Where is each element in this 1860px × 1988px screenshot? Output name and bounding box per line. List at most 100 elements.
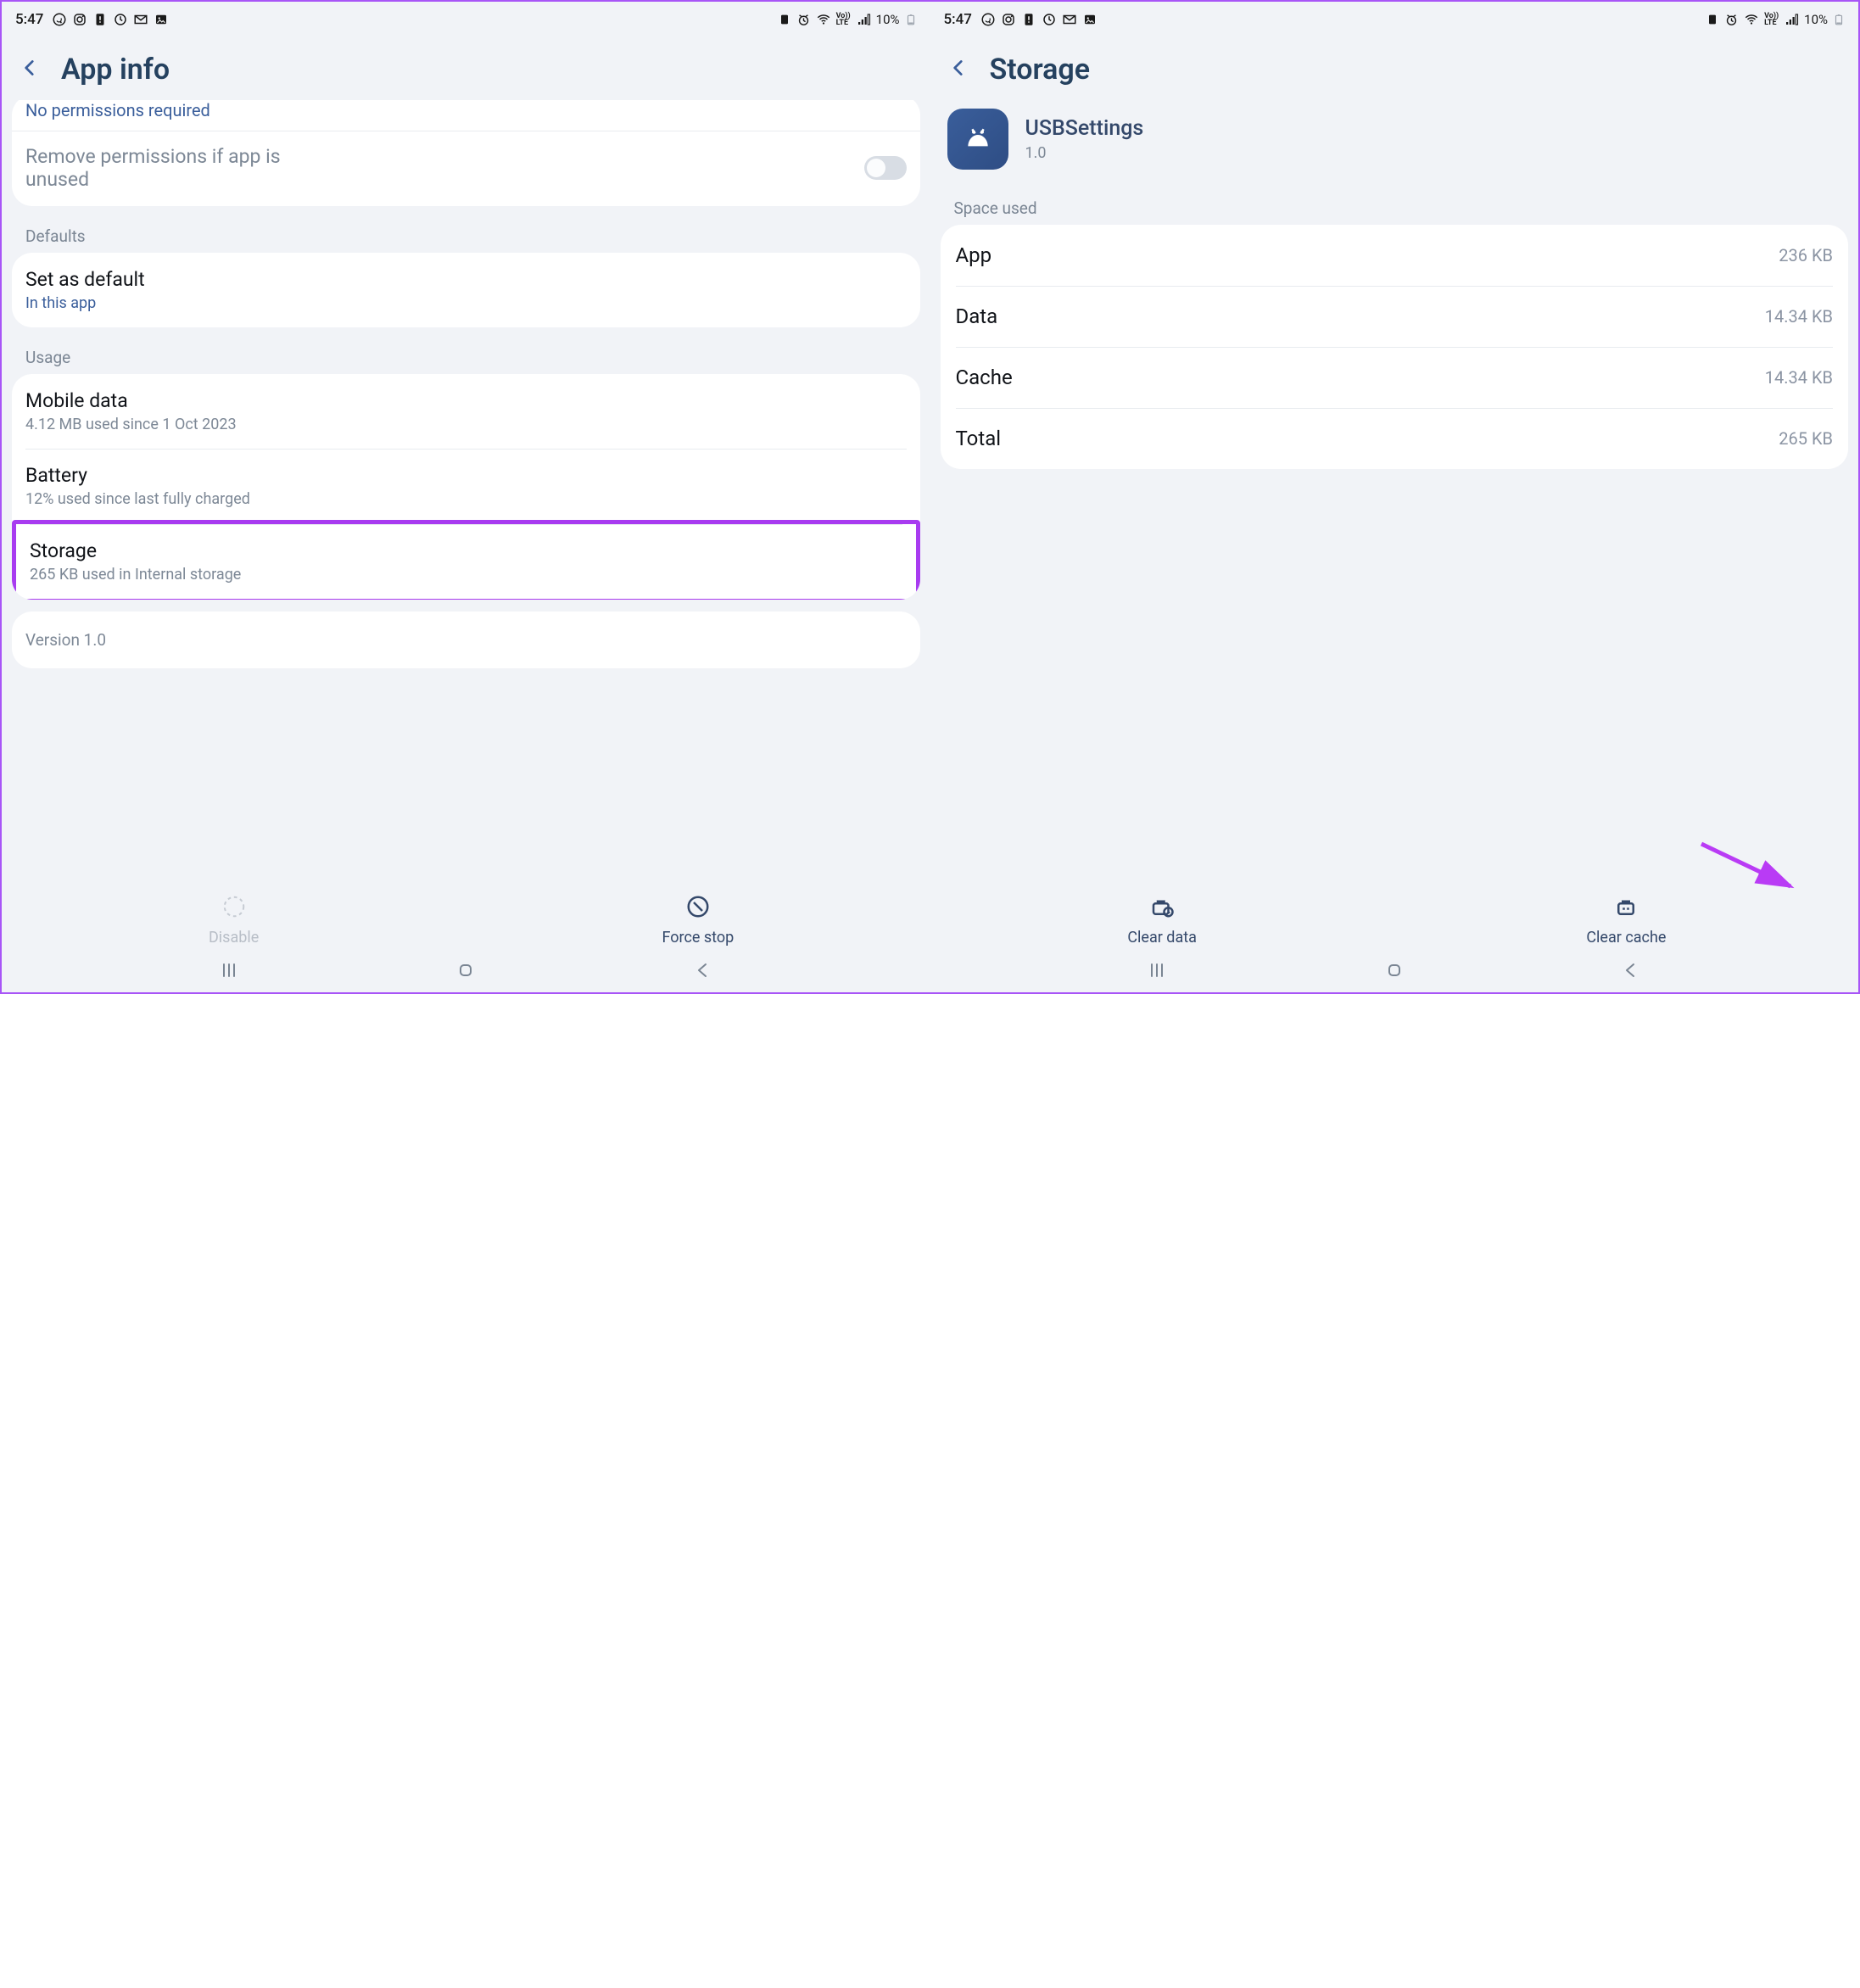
nav-home-icon[interactable] xyxy=(455,960,476,984)
battery-percent: 10% xyxy=(876,12,900,27)
volte-indicator: Vo))LTE xyxy=(1764,13,1779,26)
mobile-data-row[interactable]: Mobile data 4.12 MB used since 1 Oct 202… xyxy=(12,374,920,449)
clear-cache-icon xyxy=(1613,894,1639,924)
status-bar-right: Vo))LTE 10% xyxy=(778,11,917,28)
card-icon xyxy=(778,13,791,26)
instagram-icon xyxy=(1001,12,1016,27)
status-time: 5:47 xyxy=(15,11,43,28)
status-bar-left: 5:47 xyxy=(15,11,169,28)
clear-cache-button[interactable]: Clear cache xyxy=(1394,894,1858,947)
wifi-icon xyxy=(816,12,831,27)
card-icon xyxy=(1706,13,1719,26)
clear-data-icon xyxy=(1149,894,1175,924)
remove-permissions-label: Remove permissions if app is unused xyxy=(25,145,331,191)
cache-size-row: Cache 14.34 KB xyxy=(941,347,1849,408)
warning-card-icon xyxy=(1021,12,1036,27)
disable-button: Disable xyxy=(2,894,466,947)
back-icon[interactable] xyxy=(947,57,969,82)
space-used-card: App 236 KB Data 14.34 KB Cache 14.34 KB … xyxy=(941,225,1849,469)
section-label-space-used: Space used xyxy=(941,190,1849,225)
bottom-actions: Clear data Clear cache xyxy=(930,887,1859,952)
disable-icon xyxy=(221,894,247,924)
clear-data-button[interactable]: Clear data xyxy=(930,894,1394,947)
signal-icon xyxy=(856,12,871,27)
permissions-card: No permissions required Remove permissio… xyxy=(12,100,920,206)
section-label-usage: Usage xyxy=(12,339,920,374)
app-name: USBSettings xyxy=(1025,116,1144,141)
back-icon[interactable] xyxy=(19,57,41,82)
app-icon xyxy=(947,109,1008,170)
screen-storage: 5:47 Vo))LTE 10% Storage USBSetti xyxy=(930,2,1859,992)
battery-percent: 10% xyxy=(1804,12,1828,27)
wifi-icon xyxy=(1744,12,1759,27)
page-title: App info xyxy=(61,53,170,87)
nav-recents-icon[interactable] xyxy=(219,960,239,984)
gmail-icon xyxy=(1062,12,1077,27)
whatsapp-icon xyxy=(52,12,67,27)
nav-home-icon[interactable] xyxy=(1384,960,1405,984)
page-title: Storage xyxy=(990,53,1091,87)
force-stop-label: Force stop xyxy=(662,929,734,947)
status-bar-right: Vo))LTE 10% xyxy=(1706,11,1845,28)
sync-icon xyxy=(113,12,128,27)
app-size-key: App xyxy=(956,243,992,267)
total-size-val: 265 KB xyxy=(1779,428,1833,449)
data-size-key: Data xyxy=(956,304,998,328)
version-card: Version 1.0 xyxy=(12,611,920,668)
status-bar: 5:47 Vo))LTE 10% xyxy=(930,2,1859,32)
nav-bar xyxy=(2,952,930,992)
mobile-data-sub: 4.12 MB used since 1 Oct 2023 xyxy=(25,416,907,433)
nav-bar xyxy=(930,952,1859,992)
battery-sub: 12% used since last fully charged xyxy=(25,490,907,508)
data-size-val: 14.34 KB xyxy=(1765,306,1833,327)
sync-icon xyxy=(1042,12,1057,27)
section-label-defaults: Defaults xyxy=(12,218,920,253)
force-stop-button[interactable]: Force stop xyxy=(466,894,930,947)
no-permissions-row[interactable]: No permissions required xyxy=(12,100,920,131)
screen-app-info: 5:47 Vo))LTE 10% App info No permissions… xyxy=(2,2,930,992)
alarm-icon xyxy=(796,13,811,27)
status-time: 5:47 xyxy=(944,11,972,28)
nav-recents-icon[interactable] xyxy=(1147,960,1167,984)
bottom-actions: Disable Force stop xyxy=(2,887,930,952)
gallery-icon xyxy=(154,12,169,27)
total-size-row: Total 265 KB xyxy=(941,408,1849,469)
force-stop-icon xyxy=(685,894,711,924)
usage-card: Mobile data 4.12 MB used since 1 Oct 202… xyxy=(12,374,920,600)
mobile-data-title: Mobile data xyxy=(25,389,907,412)
app-size-row: App 236 KB xyxy=(941,225,1849,286)
battery-row[interactable]: Battery 12% used since last fully charge… xyxy=(12,449,920,523)
version-label: Version 1.0 xyxy=(25,630,106,650)
status-bar-left: 5:47 xyxy=(944,11,1098,28)
signal-icon xyxy=(1784,12,1799,27)
remove-permissions-toggle[interactable] xyxy=(864,156,907,180)
instagram-icon xyxy=(72,12,87,27)
header: Storage xyxy=(930,32,1859,100)
cache-size-key: Cache xyxy=(956,366,1013,389)
storage-row[interactable]: Storage 265 KB used in Internal storage xyxy=(12,520,920,600)
set-as-default-sub: In this app xyxy=(25,294,907,312)
set-as-default-title: Set as default xyxy=(25,268,907,291)
remove-permissions-row[interactable]: Remove permissions if app is unused xyxy=(12,131,920,206)
whatsapp-icon xyxy=(980,12,996,27)
app-size-val: 236 KB xyxy=(1779,245,1833,265)
battery-icon xyxy=(905,11,917,28)
status-bar: 5:47 Vo))LTE 10% xyxy=(2,2,930,32)
nav-back-icon[interactable] xyxy=(1621,960,1641,984)
storage-title: Storage xyxy=(30,539,902,562)
battery-icon xyxy=(1833,11,1845,28)
volte-indicator: Vo))LTE xyxy=(836,13,851,26)
clear-data-label: Clear data xyxy=(1127,929,1197,947)
total-size-key: Total xyxy=(956,427,1002,450)
cache-size-val: 14.34 KB xyxy=(1765,367,1833,388)
clear-cache-label: Clear cache xyxy=(1586,929,1666,947)
header: App info xyxy=(2,32,930,100)
app-version: 1.0 xyxy=(1025,144,1144,162)
set-as-default-row[interactable]: Set as default In this app xyxy=(12,253,920,327)
defaults-card: Set as default In this app xyxy=(12,253,920,327)
warning-card-icon xyxy=(92,12,108,27)
nav-back-icon[interactable] xyxy=(693,960,713,984)
storage-sub: 265 KB used in Internal storage xyxy=(30,566,902,584)
gmail-icon xyxy=(133,12,148,27)
battery-title: Battery xyxy=(25,464,907,487)
